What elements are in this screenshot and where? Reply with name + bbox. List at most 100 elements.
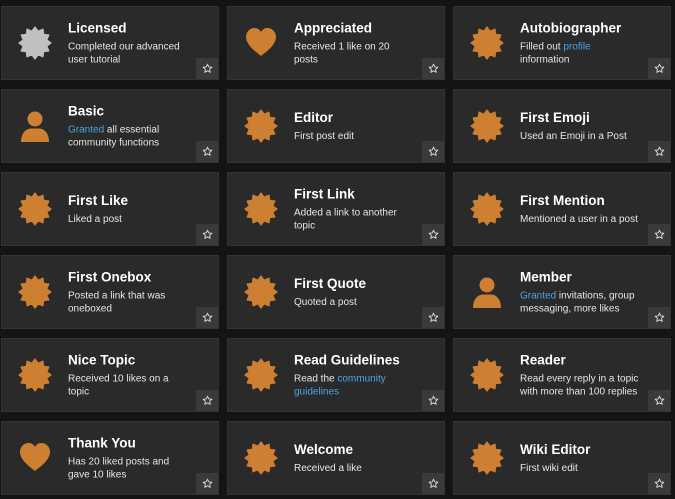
badge-name[interactable]: Wiki Editor (520, 441, 642, 458)
badge-content: Appreciated Received 1 like on 20 posts (294, 20, 416, 67)
badge-card[interactable]: Nice Topic Received 10 likes on a topic (1, 338, 219, 412)
badge-description-text: Received a like (294, 462, 362, 474)
favorite-badge-button[interactable] (648, 224, 670, 245)
badge-description-link[interactable]: Granted (68, 125, 104, 136)
badge-card[interactable]: Member Granted invitations, group messagi… (453, 255, 671, 329)
favorite-badge-button[interactable] (196, 473, 218, 494)
star-icon (654, 146, 665, 157)
badge-content: Read Guidelines Read the community guidel… (294, 352, 416, 399)
badge-card[interactable]: First Emoji Used an Emoji in a Post (453, 89, 671, 163)
badge-description-text: Added a link to another topic (294, 207, 397, 232)
badge-name[interactable]: First Onebox (68, 269, 190, 286)
badge-description: Added a link to another topic (294, 208, 416, 233)
star-icon (428, 312, 439, 323)
badge-card[interactable]: First Onebox Posted a link that was onebo… (1, 255, 219, 329)
favorite-badge-button[interactable] (196, 224, 218, 245)
user-icon (470, 275, 504, 309)
badge-card[interactable]: Basic Granted all essential community fun… (1, 89, 219, 163)
badge-name[interactable]: Appreciated (294, 20, 416, 37)
badge-description: Liked a post (68, 214, 190, 227)
badge-card[interactable]: First Mention Mentioned a user in a post (453, 172, 671, 246)
badge-description: Received 10 likes on a topic (68, 374, 190, 399)
favorite-badge-button[interactable] (422, 307, 444, 328)
star-icon (654, 395, 665, 406)
badge-name[interactable]: Reader (520, 352, 642, 369)
badge-description-text: First post edit (294, 130, 355, 142)
badge-name[interactable]: Autobiographer (520, 20, 642, 37)
badge-name[interactable]: Nice Topic (68, 352, 190, 369)
badge-content: First Onebox Posted a link that was onebo… (68, 269, 190, 316)
badge-description-text: Has 20 liked posts and gave 10 likes (68, 456, 170, 481)
bronze-badge-icon (244, 358, 278, 392)
badge-content: Autobiographer Filled out profile informa… (520, 20, 642, 67)
badge-description-text: Read every reply in a topic with more th… (520, 373, 639, 398)
bronze-badge-icon (244, 109, 278, 143)
favorite-badge-button[interactable] (196, 307, 218, 328)
badge-description: Mentioned a user in a post (520, 214, 642, 227)
star-icon (202, 229, 213, 240)
badge-description: First post edit (294, 131, 416, 144)
favorite-badge-button[interactable] (196, 390, 218, 411)
badge-content: Basic Granted all essential community fun… (68, 103, 190, 150)
badge-description: Quoted a post (294, 297, 416, 310)
favorite-badge-button[interactable] (422, 390, 444, 411)
badge-description: Has 20 liked posts and gave 10 likes (68, 457, 190, 482)
star-icon (202, 395, 213, 406)
badge-card[interactable]: Autobiographer Filled out profile informa… (453, 6, 671, 80)
badge-name[interactable]: Welcome (294, 441, 416, 458)
badge-card[interactable]: Read Guidelines Read the community guidel… (227, 338, 445, 412)
favorite-badge-button[interactable] (196, 141, 218, 162)
favorite-badge-button[interactable] (648, 473, 670, 494)
favorite-badge-button[interactable] (648, 58, 670, 79)
badge-name[interactable]: Member (520, 269, 642, 286)
badge-content: First Link Added a link to another topic (294, 186, 416, 233)
favorite-badge-button[interactable] (422, 224, 444, 245)
favorite-badge-button[interactable] (422, 473, 444, 494)
badge-content: Welcome Received a like (294, 441, 416, 476)
badge-name[interactable]: Thank You (68, 435, 190, 452)
bronze-badge-icon (244, 441, 278, 475)
favorite-badge-button[interactable] (648, 141, 670, 162)
bronze-badge-icon (18, 358, 52, 392)
badge-card[interactable]: First Quote Quoted a post (227, 255, 445, 329)
favorite-badge-button[interactable] (196, 58, 218, 79)
bronze-badge-icon (18, 192, 52, 226)
badge-description: Granted all essential community function… (68, 125, 190, 150)
badge-card[interactable]: Licensed Completed our advanced user tuto… (1, 6, 219, 80)
badge-name[interactable]: First Emoji (520, 109, 642, 126)
bronze-badge-icon (244, 192, 278, 226)
badge-content: Nice Topic Received 10 likes on a topic (68, 352, 190, 399)
badge-card[interactable]: Editor First post edit (227, 89, 445, 163)
badge-content: Thank You Has 20 liked posts and gave 10 … (68, 435, 190, 482)
badge-description-link[interactable]: profile (563, 42, 590, 53)
star-icon (654, 229, 665, 240)
badge-card[interactable]: Thank You Has 20 liked posts and gave 10 … (1, 421, 219, 495)
badge-card[interactable]: Wiki Editor First wiki edit (453, 421, 671, 495)
badge-card[interactable]: First Link Added a link to another topic (227, 172, 445, 246)
badge-description-text: information (520, 54, 570, 65)
favorite-badge-button[interactable] (648, 307, 670, 328)
badge-description-link[interactable]: Granted (520, 291, 556, 302)
star-icon (428, 229, 439, 240)
badge-name[interactable]: First Like (68, 192, 190, 209)
badge-name[interactable]: Basic (68, 103, 190, 120)
badge-description: Completed our advanced user tutorial (68, 42, 190, 67)
badge-name[interactable]: Editor (294, 109, 416, 126)
badge-card[interactable]: Reader Read every reply in a topic with m… (453, 338, 671, 412)
badge-name[interactable]: First Link (294, 186, 416, 203)
star-icon (654, 312, 665, 323)
badge-card[interactable]: First Like Liked a post (1, 172, 219, 246)
badge-name[interactable]: First Mention (520, 192, 642, 209)
badge-content: Licensed Completed our advanced user tuto… (68, 20, 190, 67)
favorite-badge-button[interactable] (422, 141, 444, 162)
favorite-badge-button[interactable] (422, 58, 444, 79)
badge-name[interactable]: Read Guidelines (294, 352, 416, 369)
badge-name[interactable]: First Quote (294, 275, 416, 292)
badge-card[interactable]: Welcome Received a like (227, 421, 445, 495)
badge-content: Wiki Editor First wiki edit (520, 441, 642, 476)
star-icon (428, 63, 439, 74)
badge-card[interactable]: Appreciated Received 1 like on 20 posts (227, 6, 445, 80)
favorite-badge-button[interactable] (648, 390, 670, 411)
bronze-badge-icon (470, 109, 504, 143)
badge-name[interactable]: Licensed (68, 20, 190, 37)
